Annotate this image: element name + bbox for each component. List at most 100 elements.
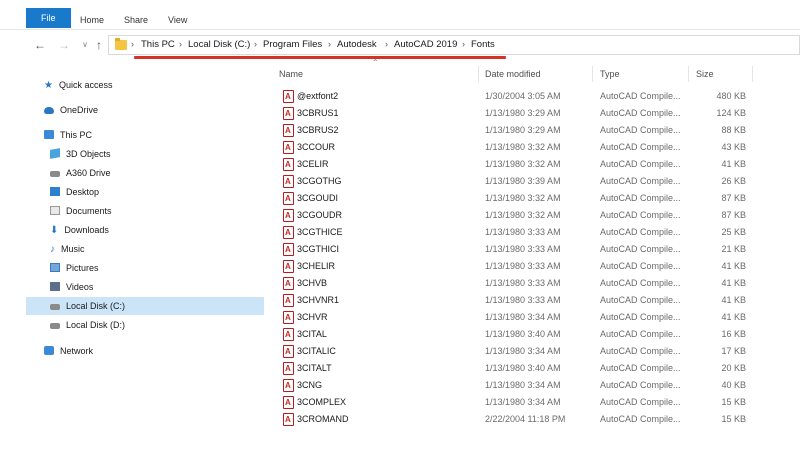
file-row[interactable]: 3CITALIC 1/13/1980 3:34 AM AutoCAD Compile… bbox=[276, 343, 756, 360]
file-size: 124 KB bbox=[716, 108, 746, 118]
breadcrumb-this-pc[interactable]: This PC bbox=[141, 39, 175, 50]
arrow-right-icon[interactable]: → bbox=[57, 37, 71, 53]
tab-share[interactable]: Share bbox=[114, 10, 158, 30]
file-row[interactable]: @extfont2 1/30/2004 3:05 AM AutoCAD Compil… bbox=[276, 88, 756, 105]
ribbon: File Home Share View bbox=[0, 0, 800, 30]
chevron-down-icon[interactable]: ∨ bbox=[78, 37, 92, 53]
autocad-file-icon bbox=[283, 343, 294, 360]
breadcrumb-autodesk[interactable]: Autodesk bbox=[337, 39, 377, 50]
file-row[interactable]: 3CBRUS1 1/13/1980 3:29 AM AutoCAD Compile.… bbox=[276, 105, 756, 122]
video-icon bbox=[50, 282, 60, 291]
column-divider[interactable] bbox=[592, 66, 593, 82]
file-row[interactable]: 3CCOUR 1/13/1980 3:32 AM AutoCAD Compile..… bbox=[276, 139, 756, 156]
file-name: 3CITAL bbox=[297, 329, 327, 339]
column-header-type[interactable]: Type bbox=[600, 66, 620, 82]
file-row[interactable]: 3COMPLEX 1/13/1980 3:34 AM AutoCAD Compile… bbox=[276, 394, 756, 411]
autocad-file-icon bbox=[283, 275, 294, 292]
column-divider[interactable] bbox=[688, 66, 689, 82]
sidebar-item-downloads[interactable]: ⬇ Downloads bbox=[50, 221, 250, 239]
breadcrumb-local-disk[interactable]: Local Disk (C:) bbox=[188, 39, 250, 50]
file-row[interactable]: 3CNG 1/13/1980 3:34 AM AutoCAD Compile... 4… bbox=[276, 377, 756, 394]
breadcrumb-autocad[interactable]: AutoCAD 2019 bbox=[394, 39, 457, 50]
file-name: 3CGOUDR bbox=[297, 210, 343, 220]
file-row[interactable]: 3CGOTHG 1/13/1980 3:39 AM AutoCAD Compile.… bbox=[276, 173, 756, 190]
file-name: 3CHVNR1 bbox=[297, 295, 340, 305]
sidebar-item-local-disk-d[interactable]: Local Disk (D:) bbox=[50, 316, 250, 334]
file-type: AutoCAD Compile... bbox=[600, 142, 681, 152]
document-icon bbox=[50, 206, 60, 215]
sidebar-item-desktop[interactable]: Desktop bbox=[50, 183, 250, 201]
file-row[interactable]: 3CROMAND 2/22/2004 11:18 PM AutoCAD Compil… bbox=[276, 411, 756, 428]
column-divider[interactable] bbox=[752, 66, 753, 82]
column-divider[interactable] bbox=[478, 66, 479, 82]
file-row[interactable]: 3CITAL 1/13/1980 3:40 AM AutoCAD Compile..… bbox=[276, 326, 756, 343]
sidebar-item-label: 3D Objects bbox=[66, 149, 111, 159]
file-row[interactable]: 3CGTHICI 1/13/1980 3:33 AM AutoCAD Compile… bbox=[276, 241, 756, 258]
tab-view[interactable]: View bbox=[158, 10, 197, 30]
arrow-left-icon[interactable]: ← bbox=[33, 37, 47, 53]
file-size: 15 KB bbox=[721, 397, 746, 407]
breadcrumb-program-files[interactable]: Program Files bbox=[263, 39, 322, 50]
sidebar-item-this-pc[interactable]: This PC bbox=[44, 126, 244, 144]
arrow-up-icon[interactable]: ↑ bbox=[92, 37, 106, 53]
autocad-file-icon bbox=[283, 105, 294, 122]
sidebar-item-label: Local Disk (C:) bbox=[66, 301, 126, 311]
sidebar-item-label: Quick access bbox=[58, 80, 113, 90]
sidebar-item-label: This PC bbox=[60, 130, 93, 140]
sidebar-item-pictures[interactable]: Pictures bbox=[50, 259, 250, 277]
autocad-file-icon bbox=[283, 258, 294, 275]
column-header-name[interactable]: Name bbox=[279, 66, 303, 82]
file-row[interactable]: 3CITALT 1/13/1980 3:40 AM AutoCAD Compile.… bbox=[276, 360, 756, 377]
sidebar-item-music[interactable]: ♪ Music bbox=[50, 240, 250, 258]
file-size: 41 KB bbox=[721, 261, 746, 271]
file-date-modified: 1/13/1980 3:33 AM bbox=[485, 261, 561, 271]
file-type: AutoCAD Compile... bbox=[600, 278, 681, 288]
chevron-right-icon[interactable]: › bbox=[385, 39, 388, 49]
file-type: AutoCAD Compile... bbox=[600, 380, 681, 390]
file-name: 3CGTHICE bbox=[297, 227, 343, 237]
address-bar[interactable]: › This PC › Local Disk (C:) › Program Fi… bbox=[108, 35, 800, 55]
file-row[interactable]: 3CELIR 1/13/1980 3:32 AM AutoCAD Compile..… bbox=[276, 156, 756, 173]
sidebar-item-label: Downloads bbox=[64, 225, 109, 235]
sidebar-item-local-disk-c[interactable]: Local Disk (C:) bbox=[26, 297, 264, 315]
file-row[interactable]: 3CHVNR1 1/13/1980 3:33 AM AutoCAD Compile.… bbox=[276, 292, 756, 309]
chevron-right-icon[interactable]: › bbox=[462, 39, 465, 49]
sidebar-item-videos[interactable]: Videos bbox=[50, 278, 250, 296]
download-icon: ⬇ bbox=[50, 225, 59, 236]
sidebar-item-label: OneDrive bbox=[60, 105, 99, 115]
sidebar-item-network[interactable]: Network bbox=[44, 342, 244, 360]
sidebar-item-3d-objects[interactable]: 3D Objects bbox=[50, 145, 250, 163]
file-row[interactable]: 3CGOUDR 1/13/1980 3:32 AM AutoCAD Compile.… bbox=[276, 207, 756, 224]
tab-home[interactable]: Home bbox=[70, 10, 114, 30]
file-row[interactable]: 3CHVB 1/13/1980 3:33 AM AutoCAD Compile...… bbox=[276, 275, 756, 292]
chevron-right-icon[interactable]: › bbox=[328, 39, 331, 49]
file-name: 3CHELIR bbox=[297, 261, 336, 271]
tab-file[interactable]: File bbox=[26, 8, 71, 28]
breadcrumb-fonts[interactable]: Fonts bbox=[471, 39, 495, 50]
sidebar-item-a360-drive[interactable]: A360 Drive bbox=[50, 164, 250, 182]
file-row[interactable]: 3CHELIR 1/13/1980 3:33 AM AutoCAD Compile.… bbox=[276, 258, 756, 275]
chevron-right-icon[interactable]: › bbox=[179, 39, 182, 49]
column-header-date[interactable]: Date modified bbox=[485, 66, 541, 82]
file-date-modified: 1/13/1980 3:33 AM bbox=[485, 295, 561, 305]
file-row[interactable]: 3CGOUDI 1/13/1980 3:32 AM AutoCAD Compile.… bbox=[276, 190, 756, 207]
chevron-right-icon[interactable]: › bbox=[131, 39, 134, 49]
sidebar-item-documents[interactable]: Documents bbox=[50, 202, 250, 220]
file-row[interactable]: 3CBRUS2 1/13/1980 3:29 AM AutoCAD Compile.… bbox=[276, 122, 756, 139]
file-name: 3CITALIC bbox=[297, 346, 336, 356]
file-name: 3CHVB bbox=[297, 278, 328, 288]
sidebar-item-onedrive[interactable]: OneDrive bbox=[44, 101, 244, 119]
chevron-right-icon[interactable]: › bbox=[254, 39, 257, 49]
file-date-modified: 1/13/1980 3:33 AM bbox=[485, 244, 561, 254]
file-size: 21 KB bbox=[721, 244, 746, 254]
file-row[interactable]: 3CHVR 1/13/1980 3:34 AM AutoCAD Compile...… bbox=[276, 309, 756, 326]
file-type: AutoCAD Compile... bbox=[600, 108, 681, 118]
sidebar-item-quick-access[interactable]: ★ Quick access bbox=[44, 76, 244, 94]
sidebar-item-label: A360 Drive bbox=[66, 168, 111, 178]
file-type: AutoCAD Compile... bbox=[600, 397, 681, 407]
file-date-modified: 1/13/1980 3:40 AM bbox=[485, 363, 561, 373]
file-row[interactable]: 3CGTHICE 1/13/1980 3:33 AM AutoCAD Compile… bbox=[276, 224, 756, 241]
column-header-size[interactable]: Size bbox=[696, 66, 714, 82]
file-date-modified: 1/30/2004 3:05 AM bbox=[485, 91, 561, 101]
file-type: AutoCAD Compile... bbox=[600, 312, 681, 322]
